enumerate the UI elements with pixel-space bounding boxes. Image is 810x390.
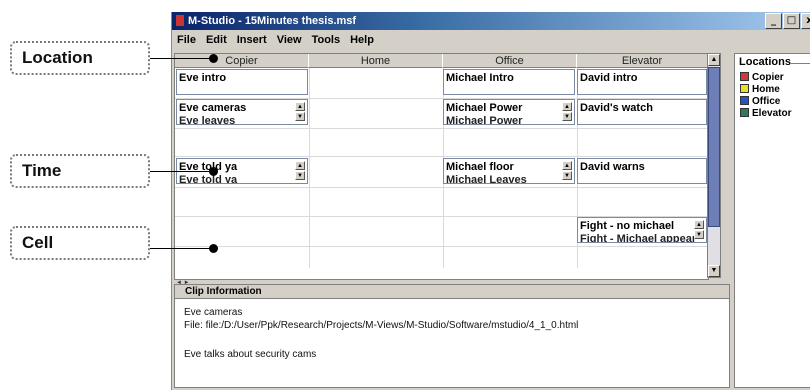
- clip-information-title: Clip Information: [175, 285, 729, 299]
- clip-stepper[interactable]: ▲ ▼: [562, 102, 572, 122]
- elevator-color-swatch: [740, 108, 749, 117]
- clip-david-warns[interactable]: David warns: [577, 158, 707, 184]
- clip-title: David's watch: [580, 102, 653, 114]
- clip-name: Eve cameras: [184, 307, 243, 318]
- spin-down-icon[interactable]: ▼: [562, 112, 572, 121]
- time-callout: Time: [10, 154, 150, 188]
- legend-item-elevator[interactable]: Elevator: [740, 108, 791, 120]
- clip-michael-power[interactable]: Michael Power Michael Power ▲ ▼: [443, 99, 575, 125]
- legend-label: Elevator: [752, 108, 792, 119]
- clip-subtitle: Eve told ya: [179, 174, 238, 184]
- time-leader-line: [150, 171, 213, 172]
- spin-up-icon[interactable]: ▲: [295, 161, 305, 170]
- menu-help[interactable]: Help: [350, 31, 374, 49]
- legend-item-office[interactable]: Office: [740, 96, 780, 108]
- spin-down-icon[interactable]: ▼: [295, 112, 305, 121]
- spin-up-icon[interactable]: ▲: [694, 220, 704, 229]
- legend-label: Home: [752, 84, 780, 95]
- legend-divider: [791, 63, 810, 64]
- clip-stepper[interactable]: ▲ ▼: [295, 102, 305, 122]
- column-header-office[interactable]: Office: [443, 54, 577, 68]
- spin-up-icon[interactable]: ▲: [562, 161, 572, 170]
- spin-up-icon[interactable]: ▲: [562, 102, 572, 111]
- location-callout: Location: [10, 41, 150, 75]
- office-color-swatch: [740, 96, 749, 105]
- clip-title: Michael Intro: [446, 72, 514, 84]
- clip-title: Michael Power: [446, 102, 523, 114]
- location-leader-line: [150, 58, 213, 59]
- locations-legend: Locations Copier Home Office Elevator: [734, 53, 810, 388]
- clip-subtitle: Fight - Michael appear: [580, 233, 697, 243]
- minimize-button[interactable]: _: [765, 13, 782, 29]
- menu-bar: File Edit Insert View Tools Help: [172, 31, 810, 49]
- clip-stepper[interactable]: ▲ ▼: [295, 161, 305, 181]
- clip-information-panel: Clip Information Eve cameras File: file:…: [174, 284, 730, 388]
- clip-subtitle: Michael Leaves: [446, 174, 527, 184]
- clip-title: Fight - no michael: [580, 220, 675, 232]
- clip-subtitle: Michael Power: [446, 115, 523, 125]
- cell-pointer-dot: [209, 244, 218, 253]
- legend-label: Office: [752, 96, 781, 107]
- clip-file-path: File: file:/D:/User/Ppk/Research/Project…: [184, 320, 579, 331]
- column-header-copier[interactable]: Copier: [175, 54, 309, 68]
- menu-insert[interactable]: Insert: [237, 31, 267, 49]
- spin-down-icon[interactable]: ▼: [694, 230, 704, 239]
- cell-callout: Cell: [10, 226, 150, 260]
- maximize-button[interactable]: □: [783, 13, 800, 29]
- grid-divider: [175, 246, 708, 247]
- column-header-home[interactable]: Home: [309, 54, 443, 68]
- grid-divider: [175, 128, 708, 129]
- spin-down-icon[interactable]: ▼: [562, 171, 572, 180]
- clip-davids-watch[interactable]: David's watch: [577, 99, 707, 125]
- legend-label: Copier: [752, 72, 784, 83]
- copier-color-swatch: [740, 72, 749, 81]
- legend-item-copier[interactable]: Copier: [740, 72, 784, 84]
- clip-subtitle: Eve leaves: [179, 115, 236, 125]
- grid-divider: [175, 187, 708, 188]
- column-header-elevator[interactable]: Elevator: [577, 54, 708, 68]
- clip-michael-intro[interactable]: Michael Intro: [443, 69, 575, 95]
- scroll-down-icon[interactable]: ▼: [708, 265, 720, 277]
- time-pointer-dot: [209, 167, 218, 176]
- clip-fight[interactable]: Fight - no michael Fight - Michael appea…: [577, 217, 707, 243]
- spin-up-icon[interactable]: ▲: [295, 102, 305, 111]
- clip-title: David intro: [580, 72, 638, 84]
- spin-down-icon[interactable]: ▼: [295, 171, 305, 180]
- cell-leader-line: [150, 248, 213, 249]
- clip-title: Michael floor: [446, 161, 514, 173]
- clip-stepper[interactable]: ▲ ▼: [562, 161, 572, 181]
- clip-title: Eve cameras: [179, 102, 247, 114]
- close-button[interactable]: x: [801, 13, 810, 29]
- clip-title: Eve intro: [179, 72, 227, 84]
- menu-edit[interactable]: Edit: [206, 31, 227, 49]
- clip-david-intro[interactable]: David intro: [577, 69, 707, 95]
- menu-file[interactable]: File: [177, 31, 196, 49]
- clip-description: Eve talks about security cams: [184, 349, 317, 360]
- clip-title: David warns: [580, 161, 645, 173]
- app-icon: [176, 15, 184, 26]
- title-bar: M-Studio - 15Minutes thesis.msf _ □ x: [172, 12, 810, 30]
- home-color-swatch: [740, 84, 749, 93]
- scroll-up-icon[interactable]: ▲: [708, 54, 720, 66]
- clip-michael-floor[interactable]: Michael floor Michael Leaves ▲ ▼: [443, 158, 575, 184]
- locations-title: Locations: [739, 56, 791, 68]
- location-pointer-dot: [209, 54, 218, 63]
- clip-eve-intro[interactable]: Eve intro: [176, 69, 308, 95]
- legend-item-home[interactable]: Home: [740, 84, 780, 96]
- scroll-thumb[interactable]: [708, 67, 720, 227]
- m-studio-window: M-Studio - 15Minutes thesis.msf _ □ x Fi…: [171, 12, 810, 390]
- menu-view[interactable]: View: [277, 31, 302, 49]
- clip-stepper[interactable]: ▲ ▼: [694, 220, 704, 240]
- clip-eve-cameras[interactable]: Eve cameras Eve leaves ▲ ▼: [176, 99, 308, 125]
- window-title: M-Studio - 15Minutes thesis.msf: [188, 15, 357, 27]
- menu-tools[interactable]: Tools: [312, 31, 341, 49]
- grid-divider: [175, 156, 708, 157]
- timeline-grid[interactable]: Copier Home Office Elevator Eve intro Ev…: [174, 53, 709, 280]
- vertical-scrollbar[interactable]: ▲ ▼: [707, 53, 721, 278]
